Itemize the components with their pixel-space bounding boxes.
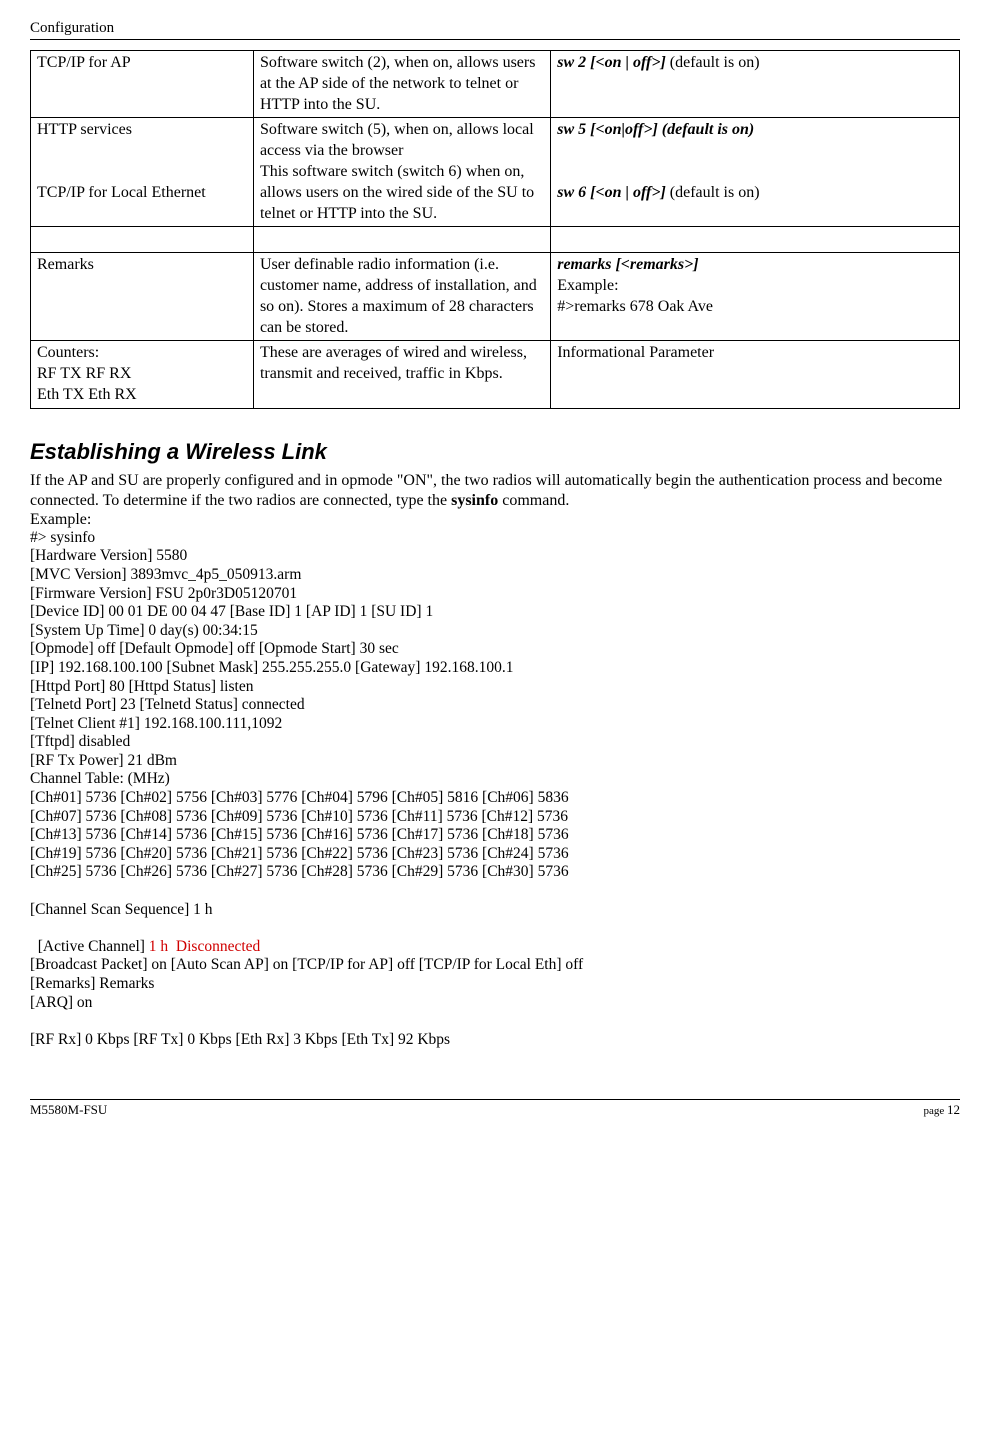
cmd-rest: (default is on) — [666, 54, 760, 71]
desc-line: Software switch (5), when on, allows loc… — [260, 120, 544, 162]
cell-param: HTTP services TCP/IP for Local Ethernet — [31, 118, 254, 227]
intro-text: command. — [498, 492, 569, 509]
cell-desc: User definable radio information (i.e. c… — [253, 253, 550, 341]
param-line: RF TX RF RX — [37, 364, 247, 385]
cmd-line: sw 6 [<on | off>] (default is on) — [557, 183, 953, 204]
example-label: Example: — [30, 511, 960, 529]
cmd-bold: sw 6 [<on | off>] — [557, 184, 666, 201]
intro-bold: sysinfo — [451, 492, 498, 509]
cell-cmd: sw 5 [<on|off>] (default is on) sw 6 [<o… — [551, 118, 960, 227]
cell-cmd: Informational Parameter — [551, 341, 960, 408]
cell-cmd: sw 2 [<on | off>] (default is on) — [551, 51, 960, 118]
cell-empty — [551, 227, 960, 253]
intro-paragraph: If the AP and SU are properly configured… — [30, 471, 960, 511]
config-table: TCP/IP for AP Software switch (2), when … — [30, 50, 960, 409]
footer-page-label: page — [923, 1105, 947, 1117]
cell-desc: Software switch (5), when on, allows loc… — [253, 118, 550, 227]
desc-line: This software switch (switch 6) when on,… — [260, 162, 544, 224]
page-header: Configuration — [30, 20, 960, 40]
section-heading: Establishing a Wireless Link — [30, 439, 960, 465]
sysinfo-output-2: [Broadcast Packet] on [Auto Scan AP] on … — [30, 956, 960, 1049]
table-row: TCP/IP for AP Software switch (2), when … — [31, 51, 960, 118]
table-row: HTTP services TCP/IP for Local Ethernet … — [31, 118, 960, 227]
cmd-bold: sw 2 [<on | off>] — [557, 54, 666, 71]
param-line: TCP/IP for Local Ethernet — [37, 183, 247, 204]
cell-param: TCP/IP for AP — [31, 51, 254, 118]
active-channel-line: [Active Channel] 1 h Disconnected — [30, 919, 960, 956]
active-channel-label: [Active Channel] — [38, 938, 149, 955]
cell-empty — [253, 227, 550, 253]
cell-empty — [31, 227, 254, 253]
table-row: Counters: RF TX RF RX Eth TX Eth RX Thes… — [31, 341, 960, 408]
cell-param: Remarks — [31, 253, 254, 341]
cmd-line: #>remarks 678 Oak Ave — [557, 297, 953, 318]
cmd-line: Example: — [557, 276, 953, 297]
cell-desc: These are averages of wired and wireless… — [253, 341, 550, 408]
cmd-rest: (default is on) — [666, 184, 760, 201]
param-line: Counters: — [37, 343, 247, 364]
active-channel-status: 1 h Disconnected — [149, 938, 260, 955]
sysinfo-output: #> sysinfo [Hardware Version] 5580 [MVC … — [30, 529, 960, 919]
footer-page: page 12 — [923, 1102, 960, 1118]
cmd-bold: sw 5 [<on|off>] (default is on) — [557, 120, 953, 141]
cell-cmd: remarks [<remarks>] Example: #>remarks 6… — [551, 253, 960, 341]
table-row-empty — [31, 227, 960, 253]
table-row: Remarks User definable radio information… — [31, 253, 960, 341]
param-line: Eth TX Eth RX — [37, 385, 247, 406]
footer-model: M5580M-FSU — [30, 1102, 107, 1118]
footer-page-num: 12 — [947, 1102, 960, 1117]
cell-desc: Software switch (2), when on, allows use… — [253, 51, 550, 118]
page-footer: M5580M-FSU page 12 — [30, 1099, 960, 1118]
cmd-bold: remarks [<remarks>] — [557, 255, 953, 276]
cell-param: Counters: RF TX RF RX Eth TX Eth RX — [31, 341, 254, 408]
param-line: HTTP services — [37, 120, 247, 141]
